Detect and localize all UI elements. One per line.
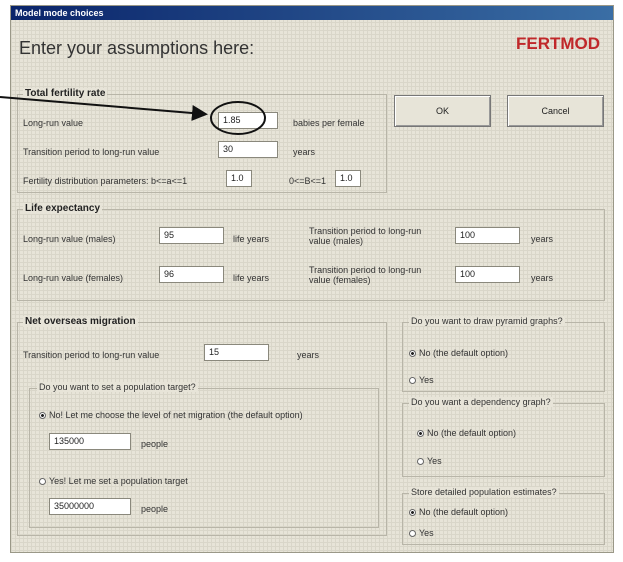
annotation-overlay bbox=[0, 96, 266, 135]
annotation-circle bbox=[210, 101, 266, 135]
annotation-arrow bbox=[0, 96, 208, 121]
